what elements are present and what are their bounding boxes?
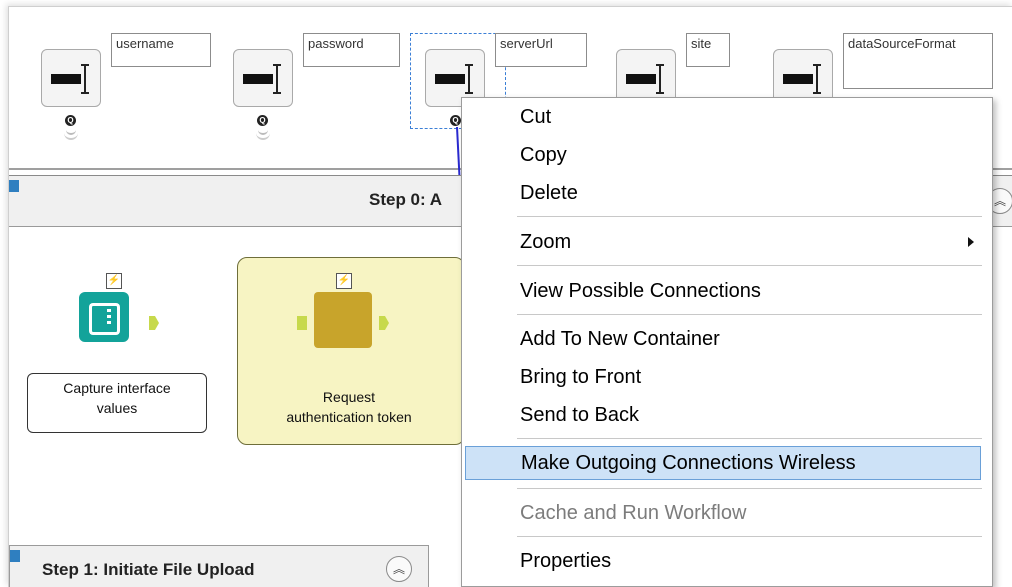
comment-capture-interface-values[interactable]: Capture interface values — [27, 373, 207, 433]
comment-text: Capture interface values — [63, 380, 171, 416]
menu-separator — [517, 536, 982, 537]
menu-item-bring-to-front[interactable]: Bring to Front — [462, 360, 992, 394]
caption-line: Request — [322, 389, 376, 405]
menu-separator — [517, 314, 982, 315]
menu-item-cache-and-run-workflow[interactable]: Cache and Run Workflow — [462, 496, 992, 530]
submenu-arrow-icon — [968, 237, 974, 247]
menu-item-make-outgoing-connections-wireless[interactable]: Make Outgoing Connections Wireless — [465, 446, 981, 480]
node-caption-request: Request authentication token — [249, 387, 449, 427]
interface-tool-icon[interactable] — [79, 292, 129, 342]
container-icon — [10, 550, 20, 562]
collapse-button[interactable]: ︽ — [386, 556, 412, 582]
context-menu[interactable]: Cut Copy Delete Zoom View Possible Conne… — [461, 97, 993, 587]
download-tool-icon[interactable] — [314, 292, 372, 348]
menu-separator — [517, 216, 982, 217]
menu-item-copy[interactable]: Copy — [462, 138, 992, 172]
workflow-canvas[interactable]: username Q password Q serverUrl Q site d… — [8, 6, 1012, 587]
caption-line: authentication token — [286, 409, 412, 425]
menu-item-delete[interactable]: Delete — [462, 176, 992, 210]
menu-separator — [517, 488, 982, 489]
menu-item-properties[interactable]: Properties — [462, 544, 992, 578]
input-anchor[interactable] — [297, 316, 307, 330]
container-title: Step 1: Initiate File Upload — [42, 560, 255, 579]
lightning-bolt-icon: ⚡ — [336, 273, 352, 289]
menu-item-add-to-new-container[interactable]: Add To New Container — [462, 322, 992, 356]
menu-item-view-possible-connections[interactable]: View Possible Connections — [462, 274, 992, 308]
menu-item-send-to-back[interactable]: Send to Back — [462, 398, 992, 432]
lightning-bolt-icon: ⚡ — [106, 273, 122, 289]
menu-separator — [517, 438, 982, 439]
menu-item-zoom[interactable]: Zoom — [462, 225, 992, 259]
menu-item-cut[interactable]: Cut — [462, 100, 992, 134]
menu-separator — [517, 265, 982, 266]
container-icon — [9, 180, 19, 192]
container-title: Step 0: A — [369, 190, 443, 209]
container-step-1[interactable]: Step 1: Initiate File Upload ︽ — [9, 545, 429, 587]
